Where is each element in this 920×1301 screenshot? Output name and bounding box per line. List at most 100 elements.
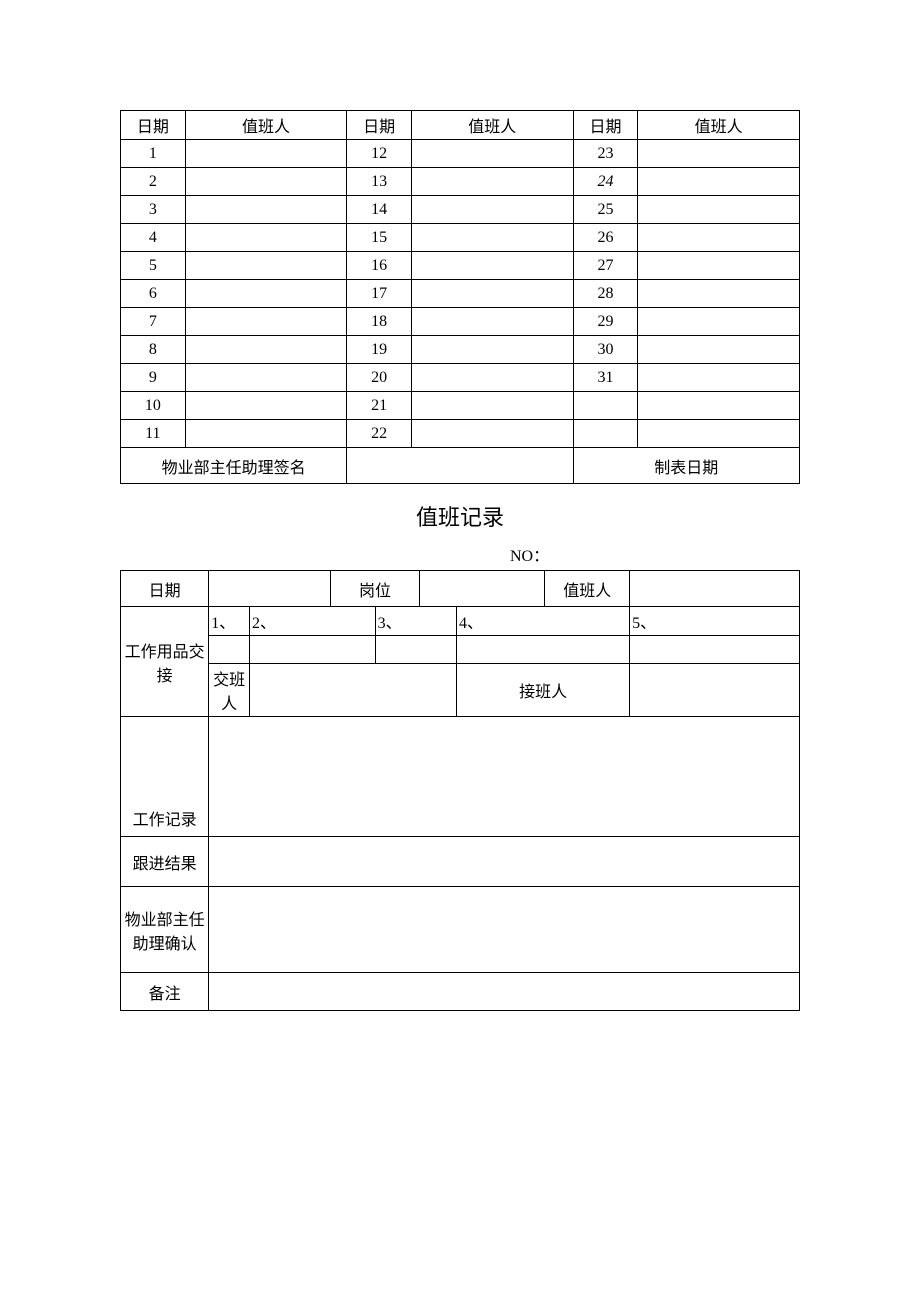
date-cell <box>573 392 638 420</box>
person-cell[interactable] <box>638 364 800 392</box>
item-detail[interactable] <box>249 636 375 664</box>
person-cell[interactable] <box>638 280 800 308</box>
person-cell[interactable] <box>638 336 800 364</box>
person-cell[interactable] <box>638 308 800 336</box>
table-row: 9 20 31 <box>121 364 800 392</box>
duty-schedule-table: 日期 值班人 日期 值班人 日期 值班人 1 12 23 2 13 24 3 1… <box>120 110 800 484</box>
person-cell[interactable] <box>411 392 573 420</box>
person-cell[interactable] <box>185 420 347 448</box>
table-row: 4 15 26 <box>121 224 800 252</box>
post-value[interactable] <box>419 571 545 607</box>
person-cell[interactable] <box>411 168 573 196</box>
table-row: 工作用品交接 1、 2、 3、 4、 5、 <box>121 607 800 636</box>
person-cell[interactable] <box>185 308 347 336</box>
date-cell: 15 <box>347 224 412 252</box>
date-cell: 28 <box>573 280 638 308</box>
person-cell[interactable] <box>185 224 347 252</box>
person-cell[interactable] <box>411 252 573 280</box>
table-row: 日期 值班人 日期 值班人 日期 值班人 <box>121 111 800 140</box>
remark-label: 备注 <box>121 973 209 1011</box>
date-cell: 31 <box>573 364 638 392</box>
person-cell[interactable] <box>638 224 800 252</box>
person-cell[interactable] <box>185 252 347 280</box>
person-value[interactable] <box>630 571 800 607</box>
person-cell[interactable] <box>411 364 573 392</box>
header-date: 日期 <box>347 111 412 140</box>
item-detail[interactable] <box>630 636 800 664</box>
remark-value[interactable] <box>209 973 800 1011</box>
person-cell[interactable] <box>638 420 800 448</box>
date-cell: 10 <box>121 392 186 420</box>
form-date-label: 制表日期 <box>573 448 799 484</box>
date-cell: 21 <box>347 392 412 420</box>
item-detail[interactable] <box>457 636 630 664</box>
person-cell[interactable] <box>411 196 573 224</box>
date-cell: 1 <box>121 140 186 168</box>
table-row: 2 13 24 <box>121 168 800 196</box>
table-row: 7 18 29 <box>121 308 800 336</box>
person-cell[interactable] <box>411 420 573 448</box>
date-cell: 26 <box>573 224 638 252</box>
receiver-label: 接班人 <box>457 664 630 717</box>
date-cell: 27 <box>573 252 638 280</box>
item-cell[interactable]: 2、 <box>249 607 375 636</box>
table-row: 跟进结果 <box>121 837 800 887</box>
item-detail[interactable] <box>375 636 456 664</box>
person-cell[interactable] <box>411 140 573 168</box>
date-cell: 20 <box>347 364 412 392</box>
person-cell[interactable] <box>185 168 347 196</box>
item-cell[interactable]: 5、 <box>630 607 800 636</box>
person-cell[interactable] <box>185 364 347 392</box>
item-cell[interactable]: 4、 <box>457 607 630 636</box>
person-cell[interactable] <box>411 280 573 308</box>
person-cell[interactable] <box>185 392 347 420</box>
person-cell[interactable] <box>411 336 573 364</box>
signature-row: 物业部主任助理签名 制表日期 <box>121 448 800 484</box>
duty-record-table: 日期 岗位 值班人 工作用品交接 1、 2、 3、 4、 5、 交班人 接班人 … <box>120 570 800 1011</box>
item-cell[interactable]: 1、 <box>209 607 250 636</box>
person-cell[interactable] <box>638 140 800 168</box>
person-cell[interactable] <box>638 252 800 280</box>
person-cell[interactable] <box>185 196 347 224</box>
item-detail[interactable] <box>209 636 250 664</box>
person-cell[interactable] <box>638 196 800 224</box>
signature-label: 物业部主任助理签名 <box>121 448 347 484</box>
follow-label: 跟进结果 <box>121 837 209 887</box>
date-cell: 12 <box>347 140 412 168</box>
date-cell: 9 <box>121 364 186 392</box>
item-cell[interactable]: 3、 <box>375 607 456 636</box>
date-cell: 18 <box>347 308 412 336</box>
record-no-label: NO： <box>120 542 800 566</box>
date-value[interactable] <box>209 571 331 607</box>
person-cell[interactable] <box>411 224 573 252</box>
person-cell[interactable] <box>185 280 347 308</box>
person-label: 值班人 <box>545 571 630 607</box>
person-cell[interactable] <box>638 168 800 196</box>
person-cell[interactable] <box>185 336 347 364</box>
date-cell: 13 <box>347 168 412 196</box>
record-title: 值班记录 <box>120 500 800 532</box>
date-cell: 6 <box>121 280 186 308</box>
header-date: 日期 <box>121 111 186 140</box>
table-row: 1 12 23 <box>121 140 800 168</box>
table-row: 备注 <box>121 973 800 1011</box>
table-row: 3 14 25 <box>121 196 800 224</box>
person-cell[interactable] <box>185 140 347 168</box>
follow-value[interactable] <box>209 837 800 887</box>
confirm-value[interactable] <box>209 887 800 973</box>
date-cell: 5 <box>121 252 186 280</box>
post-label: 岗位 <box>331 571 419 607</box>
log-value[interactable] <box>209 717 800 837</box>
date-cell: 14 <box>347 196 412 224</box>
supplies-label: 工作用品交接 <box>121 607 209 717</box>
log-label: 工作记录 <box>121 717 209 837</box>
handover-label: 交班人 <box>209 664 250 717</box>
date-cell: 17 <box>347 280 412 308</box>
table-row <box>121 636 800 664</box>
receiver-value[interactable] <box>630 664 800 717</box>
date-label: 日期 <box>121 571 209 607</box>
person-cell[interactable] <box>411 308 573 336</box>
signature-value[interactable] <box>347 448 573 484</box>
handover-value[interactable] <box>249 664 456 717</box>
person-cell[interactable] <box>638 392 800 420</box>
